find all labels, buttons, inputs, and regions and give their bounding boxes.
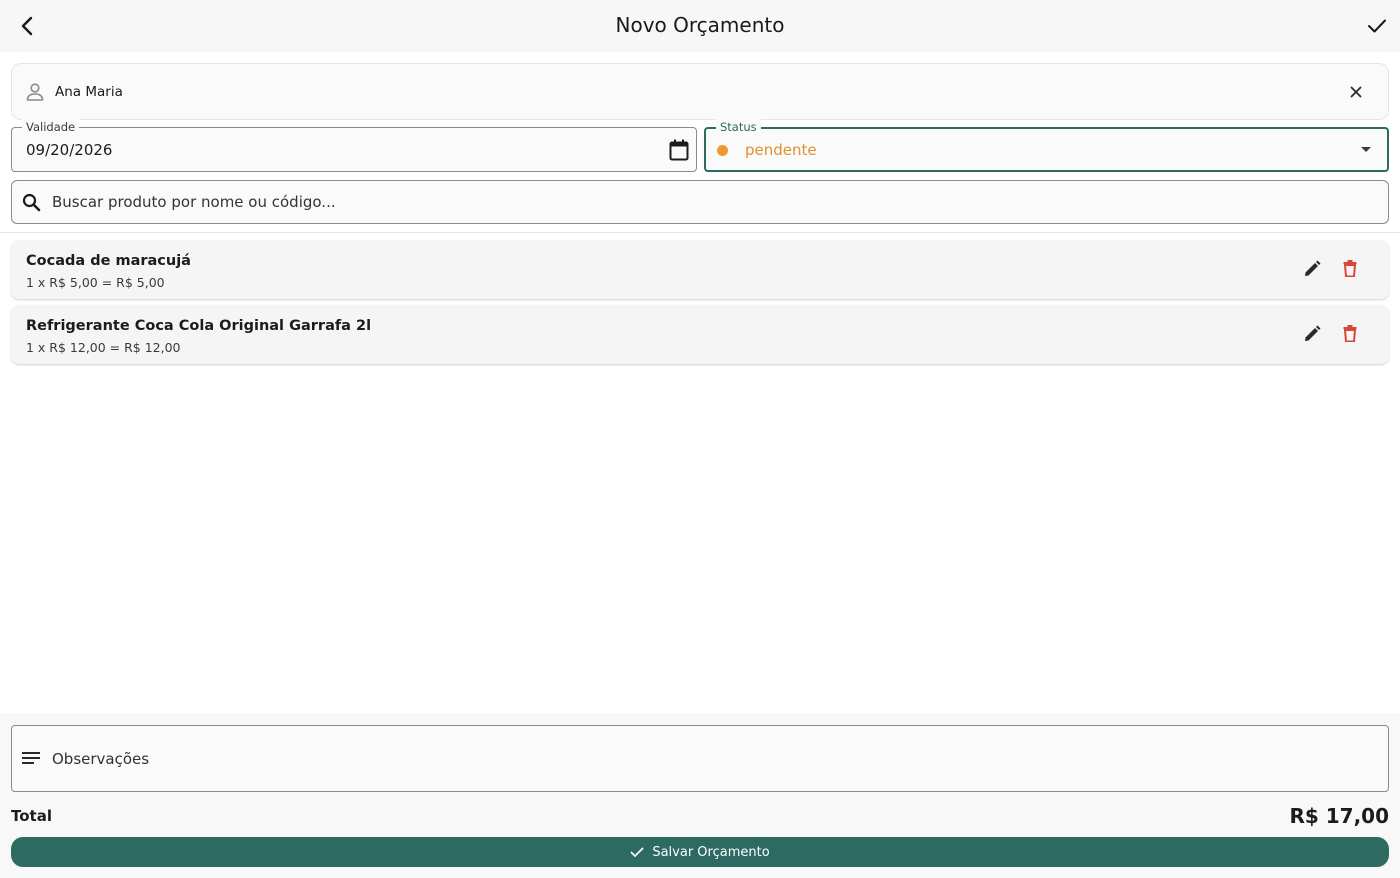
- close-icon: [1350, 86, 1362, 98]
- check-icon: [1368, 19, 1386, 33]
- search-input[interactable]: [52, 188, 1352, 216]
- validade-value: 09/20/2026: [26, 141, 113, 159]
- clear-client-button[interactable]: [1346, 82, 1366, 102]
- item-detail: 1 x R$ 5,00 = R$ 5,00: [26, 275, 165, 290]
- app-bar: Novo Orçamento: [0, 0, 1400, 52]
- divider: [0, 232, 1400, 233]
- status-label: Status: [716, 119, 761, 135]
- list-item: Cocada de maracujá 1 x R$ 5,00 = R$ 5,00: [11, 240, 1389, 299]
- edit-icon[interactable]: [1303, 260, 1321, 278]
- observacoes-label: Observações: [52, 750, 150, 768]
- search-icon: [22, 193, 41, 212]
- client-selector[interactable]: Ana Maria: [11, 63, 1389, 120]
- delete-icon[interactable]: [1343, 325, 1357, 342]
- status-dot: [717, 145, 728, 156]
- product-search[interactable]: [11, 180, 1389, 224]
- notes-icon: [22, 752, 40, 764]
- calendar-icon[interactable]: [669, 139, 689, 161]
- total-value: R$ 17,00: [1289, 804, 1389, 828]
- delete-icon[interactable]: [1343, 260, 1357, 277]
- total-label: Total: [11, 807, 52, 825]
- status-dropdown[interactable]: Status pendente: [704, 119, 1389, 172]
- check-icon: [630, 847, 644, 857]
- item-name: Refrigerante Coca Cola Original Garrafa …: [26, 318, 372, 334]
- save-budget-button[interactable]: Salvar Orçamento: [11, 837, 1389, 867]
- edit-icon[interactable]: [1303, 325, 1321, 343]
- client-name: Ana Maria: [55, 84, 123, 100]
- save-button-label: Salvar Orçamento: [652, 844, 770, 860]
- list-item: Refrigerante Coca Cola Original Garrafa …: [11, 305, 1389, 364]
- item-detail: 1 x R$ 12,00 = R$ 12,00: [26, 340, 181, 355]
- item-name: Cocada de maracujá: [26, 253, 191, 269]
- page-title: Novo Orçamento: [615, 13, 785, 37]
- confirm-button[interactable]: [1362, 12, 1392, 40]
- dropdown-arrow-icon: [1361, 147, 1371, 152]
- validade-field[interactable]: Validade 09/20/2026: [11, 119, 697, 172]
- person-icon: [26, 83, 44, 101]
- observacoes-field[interactable]: Observações: [11, 725, 1389, 792]
- bottom-panel: Observações Total R$ 17,00 Salvar Orçame…: [0, 713, 1400, 878]
- status-value: pendente: [745, 141, 817, 159]
- validade-label: Validade: [22, 119, 80, 135]
